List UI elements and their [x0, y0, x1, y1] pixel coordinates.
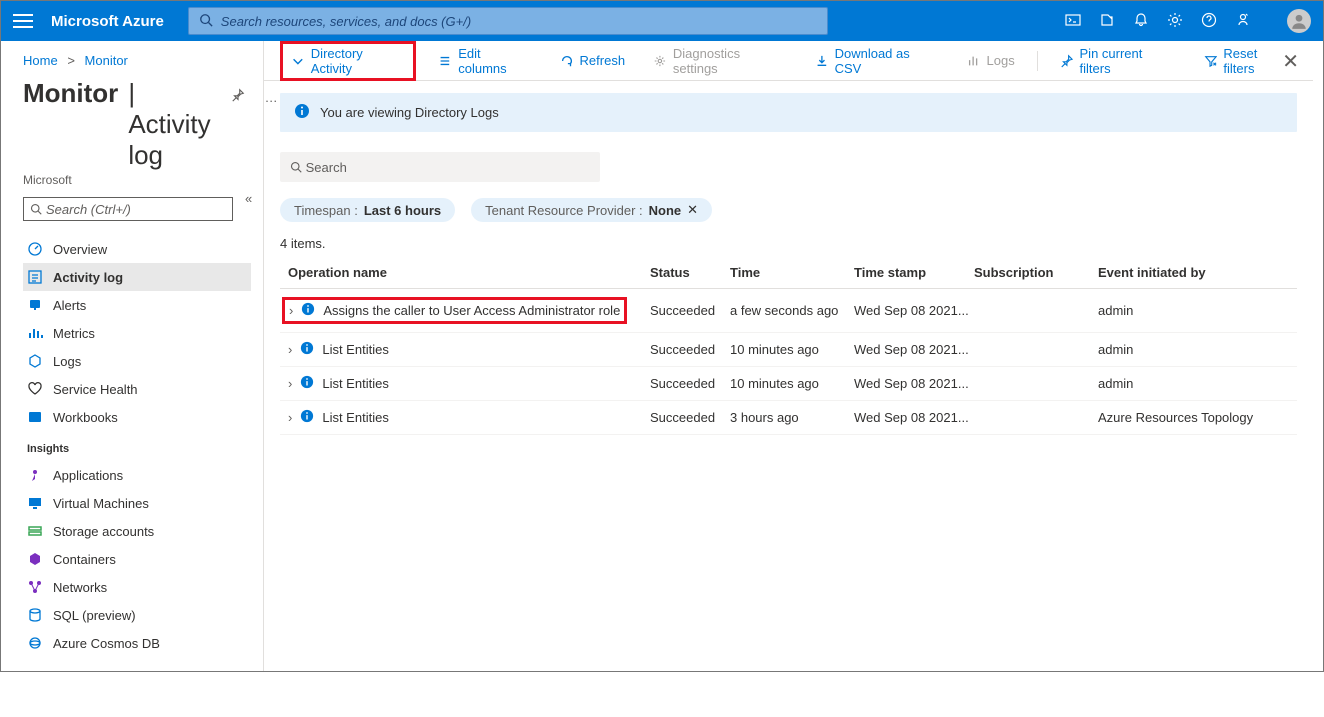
info-icon	[300, 341, 314, 358]
op-text: Assigns the caller to User Access Admini…	[323, 303, 620, 318]
main-panel: ✕ Directory Activity Edit columns Refres…	[263, 41, 1323, 671]
alerts-icon	[27, 297, 43, 313]
search-icon	[199, 13, 213, 30]
heart-icon	[27, 381, 43, 397]
op-text: List Entities	[322, 342, 388, 357]
op-text: List Entities	[322, 410, 388, 425]
sidebar-item-metrics[interactable]: Metrics	[23, 319, 251, 347]
refresh-button[interactable]: Refresh	[554, 49, 632, 72]
log-search[interactable]: Search	[280, 152, 600, 182]
info-icon	[300, 409, 314, 426]
pin-filters-button[interactable]: Pin current filters	[1054, 42, 1182, 80]
workbooks-icon	[27, 409, 43, 425]
insights-group-label: Insights	[27, 443, 263, 455]
avatar[interactable]	[1287, 9, 1311, 33]
info-bar: You are viewing Directory Logs	[280, 93, 1297, 132]
app-icon	[27, 467, 43, 483]
cosmos-icon	[27, 635, 43, 651]
toolbar: Directory Activity Edit columns Refresh …	[264, 41, 1313, 81]
sidebar-item-networks[interactable]: Networks	[23, 573, 251, 601]
info-icon	[294, 103, 310, 122]
feedback-icon[interactable]	[1235, 12, 1251, 31]
directory-icon[interactable]	[1099, 12, 1115, 31]
top-icons	[1065, 9, 1311, 33]
edit-columns-button[interactable]: Edit columns	[432, 42, 537, 80]
global-search[interactable]: Search resources, services, and docs (G+…	[188, 7, 828, 35]
log-table: Operation name Status Time Time stamp Su…	[280, 257, 1297, 435]
sidebar-item-logs[interactable]: Logs	[23, 347, 251, 375]
cloud-shell-icon[interactable]	[1065, 12, 1081, 31]
sidebar-item-containers[interactable]: Containers	[23, 545, 251, 573]
gear-icon[interactable]	[1167, 12, 1183, 31]
storage-icon	[27, 523, 43, 539]
collapse-icon[interactable]: «	[245, 191, 252, 206]
containers-icon	[27, 551, 43, 567]
sidebar-item-applications[interactable]: Applications	[23, 461, 251, 489]
info-icon	[300, 375, 314, 392]
networks-icon	[27, 579, 43, 595]
sidebar-item-alerts[interactable]: Alerts	[23, 291, 251, 319]
provider-label: Microsoft	[23, 173, 263, 187]
log-search-placeholder: Search	[306, 160, 347, 175]
sidebar-item-activity-log[interactable]: Activity log	[23, 263, 251, 291]
chevron-right-icon[interactable]: ›	[289, 303, 293, 318]
table-header: Operation name Status Time Time stamp Su…	[280, 257, 1297, 289]
info-icon	[301, 302, 315, 319]
side-search[interactable]: Search (Ctrl+/)	[23, 197, 233, 221]
pill-tenant[interactable]: Tenant Resource Provider : None ✕	[471, 198, 712, 222]
global-search-placeholder: Search resources, services, and docs (G+…	[221, 14, 471, 29]
table-row[interactable]: ›List EntitiesSucceeded10 minutes agoWed…	[280, 367, 1297, 401]
sql-icon	[27, 607, 43, 623]
logs-icon	[27, 353, 43, 369]
table-row[interactable]: ›List EntitiesSucceeded10 minutes agoWed…	[280, 333, 1297, 367]
top-bar: Microsoft Azure Search resources, servic…	[1, 1, 1323, 41]
breadcrumb-home[interactable]: Home	[23, 53, 58, 68]
diagnostics-button[interactable]: Diagnostics settings	[647, 42, 793, 80]
chevron-right-icon[interactable]: ›	[288, 376, 292, 391]
page-title: Monitor	[23, 78, 118, 109]
table-row[interactable]: ›List EntitiesSucceeded3 hours agoWed Se…	[280, 401, 1297, 435]
sidebar-item-sql[interactable]: SQL (preview)	[23, 601, 251, 629]
info-text: You are viewing Directory Logs	[320, 105, 499, 120]
sidebar-item-workbooks[interactable]: Workbooks	[23, 403, 251, 431]
pill-timespan[interactable]: Timespan : Last 6 hours	[280, 198, 455, 222]
sidebar-item-service-health[interactable]: Service Health	[23, 375, 251, 403]
breadcrumb-monitor[interactable]: Monitor	[85, 53, 128, 68]
sidebar-item-storage[interactable]: Storage accounts	[23, 517, 251, 545]
menu-icon[interactable]	[13, 14, 33, 28]
activity-log-icon	[27, 269, 43, 285]
side-search-placeholder: Search (Ctrl+/)	[46, 202, 131, 217]
brand-label[interactable]: Microsoft Azure	[51, 13, 164, 30]
download-csv-button[interactable]: Download as CSV	[809, 42, 945, 80]
pill-remove-icon[interactable]: ✕	[687, 202, 698, 218]
pin-icon[interactable]	[231, 88, 245, 105]
vm-icon	[27, 495, 43, 511]
close-icon[interactable]: ✕	[1282, 49, 1299, 74]
directory-activity-button[interactable]: Directory Activity	[280, 41, 416, 81]
breadcrumb: Home > Monitor	[23, 53, 263, 68]
sidebar-item-vms[interactable]: Virtual Machines	[23, 489, 251, 517]
side-nav: Overview Activity log Alerts Metrics Log…	[23, 235, 263, 717]
chevron-right-icon[interactable]: ›	[288, 410, 292, 425]
sidebar-item-overview[interactable]: Overview	[23, 235, 251, 263]
overview-icon	[27, 241, 43, 257]
sidebar-item-cosmos[interactable]: Azure Cosmos DB	[23, 629, 251, 657]
op-text: List Entities	[322, 376, 388, 391]
filter-pills: Timespan : Last 6 hours Tenant Resource …	[280, 198, 1297, 222]
chevron-right-icon[interactable]: ›	[288, 342, 292, 357]
table-row[interactable]: › Assigns the caller to User Access Admin…	[280, 289, 1297, 333]
item-count: 4 items.	[280, 236, 1297, 251]
metrics-icon	[27, 325, 43, 341]
logs-button[interactable]: Logs	[961, 49, 1021, 72]
bell-icon[interactable]	[1133, 12, 1149, 31]
help-icon[interactable]	[1201, 12, 1217, 31]
page-subtitle: Activity log	[128, 109, 210, 170]
